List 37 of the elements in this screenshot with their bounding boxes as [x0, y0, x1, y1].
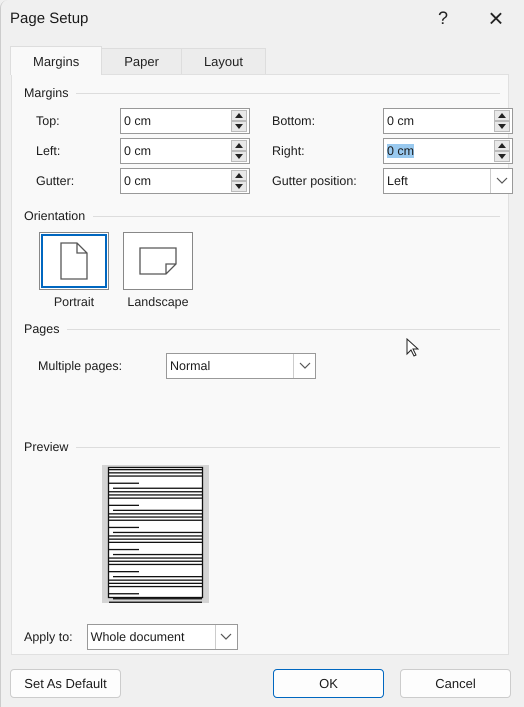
section-heading: Margins	[24, 86, 68, 100]
tab[interactable]: Layout	[180, 48, 266, 74]
spin-buttons[interactable]	[494, 110, 510, 132]
dropdown[interactable]: Left	[383, 168, 513, 194]
cursor-icon	[406, 338, 419, 357]
field-label: Top:	[36, 113, 61, 130]
section-heading: Orientation	[24, 209, 86, 223]
field-label: Gutter:	[36, 173, 76, 190]
field-label: Right:	[272, 143, 306, 160]
tab[interactable]: Margins	[10, 46, 102, 75]
landscape-page-icon	[139, 247, 177, 275]
section-heading: Pages	[24, 322, 60, 336]
spin-buttons[interactable]	[231, 170, 247, 192]
field-label: Left:	[36, 143, 62, 160]
dialog-button[interactable]: Cancel	[400, 669, 511, 698]
help-button[interactable]: ?	[418, 6, 468, 30]
dropdown[interactable]: Whole document	[86, 624, 238, 650]
spin-field[interactable]: 0 cm	[120, 168, 250, 194]
spin-buttons[interactable]	[231, 110, 247, 132]
tab[interactable]: Paper	[101, 48, 182, 74]
spin-field[interactable]: 0 cm	[383, 108, 513, 134]
spin-field[interactable]: 0 cm	[120, 108, 250, 134]
spin-field[interactable]: 0 cm	[383, 138, 513, 164]
section-heading: Preview	[24, 440, 68, 454]
spin-field[interactable]: 0 cm	[120, 138, 250, 164]
spin-buttons[interactable]	[494, 140, 510, 162]
field-label: Bottom:	[272, 113, 316, 130]
window-title: Page Setup	[10, 10, 90, 26]
dropdown[interactable]: Normal	[166, 353, 316, 379]
field-label: Gutter position:	[272, 173, 358, 190]
portrait-page-icon	[60, 242, 88, 280]
close-button[interactable]: ×	[468, 2, 524, 34]
field-label: Apply to:	[24, 630, 73, 644]
dialog-button[interactable]: OK	[273, 669, 384, 698]
dialog-button[interactable]: Set As Default	[10, 669, 121, 698]
field-label: Multiple pages:	[38, 359, 124, 373]
spin-buttons[interactable]	[231, 140, 247, 162]
